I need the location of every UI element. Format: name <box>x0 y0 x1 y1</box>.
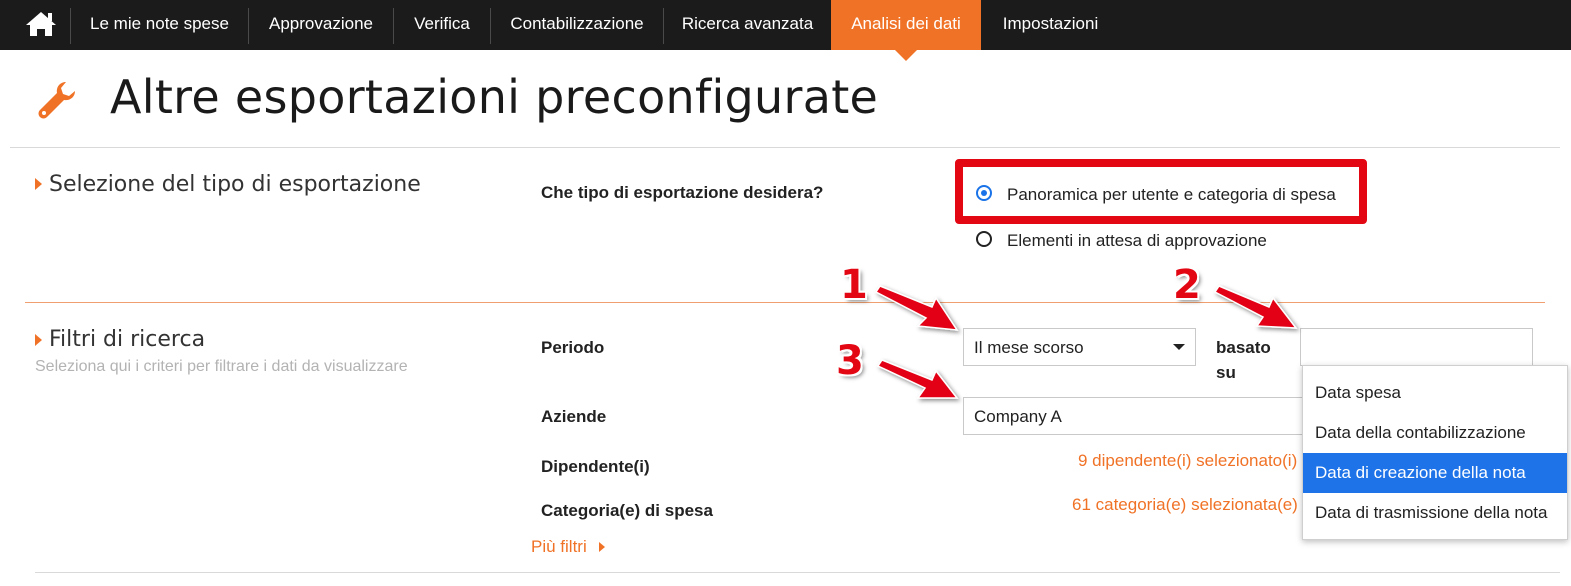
annotation-arrow-2 <box>1213 285 1298 329</box>
annotation-number-3: 3 <box>836 338 864 384</box>
annotation-arrows <box>874 285 1298 399</box>
annotation-arrow-1 <box>874 285 959 331</box>
annotation-number-1: 1 <box>840 262 868 308</box>
annotation-number-2: 2 <box>1173 262 1201 308</box>
annotation-arrow-3 <box>876 359 959 399</box>
